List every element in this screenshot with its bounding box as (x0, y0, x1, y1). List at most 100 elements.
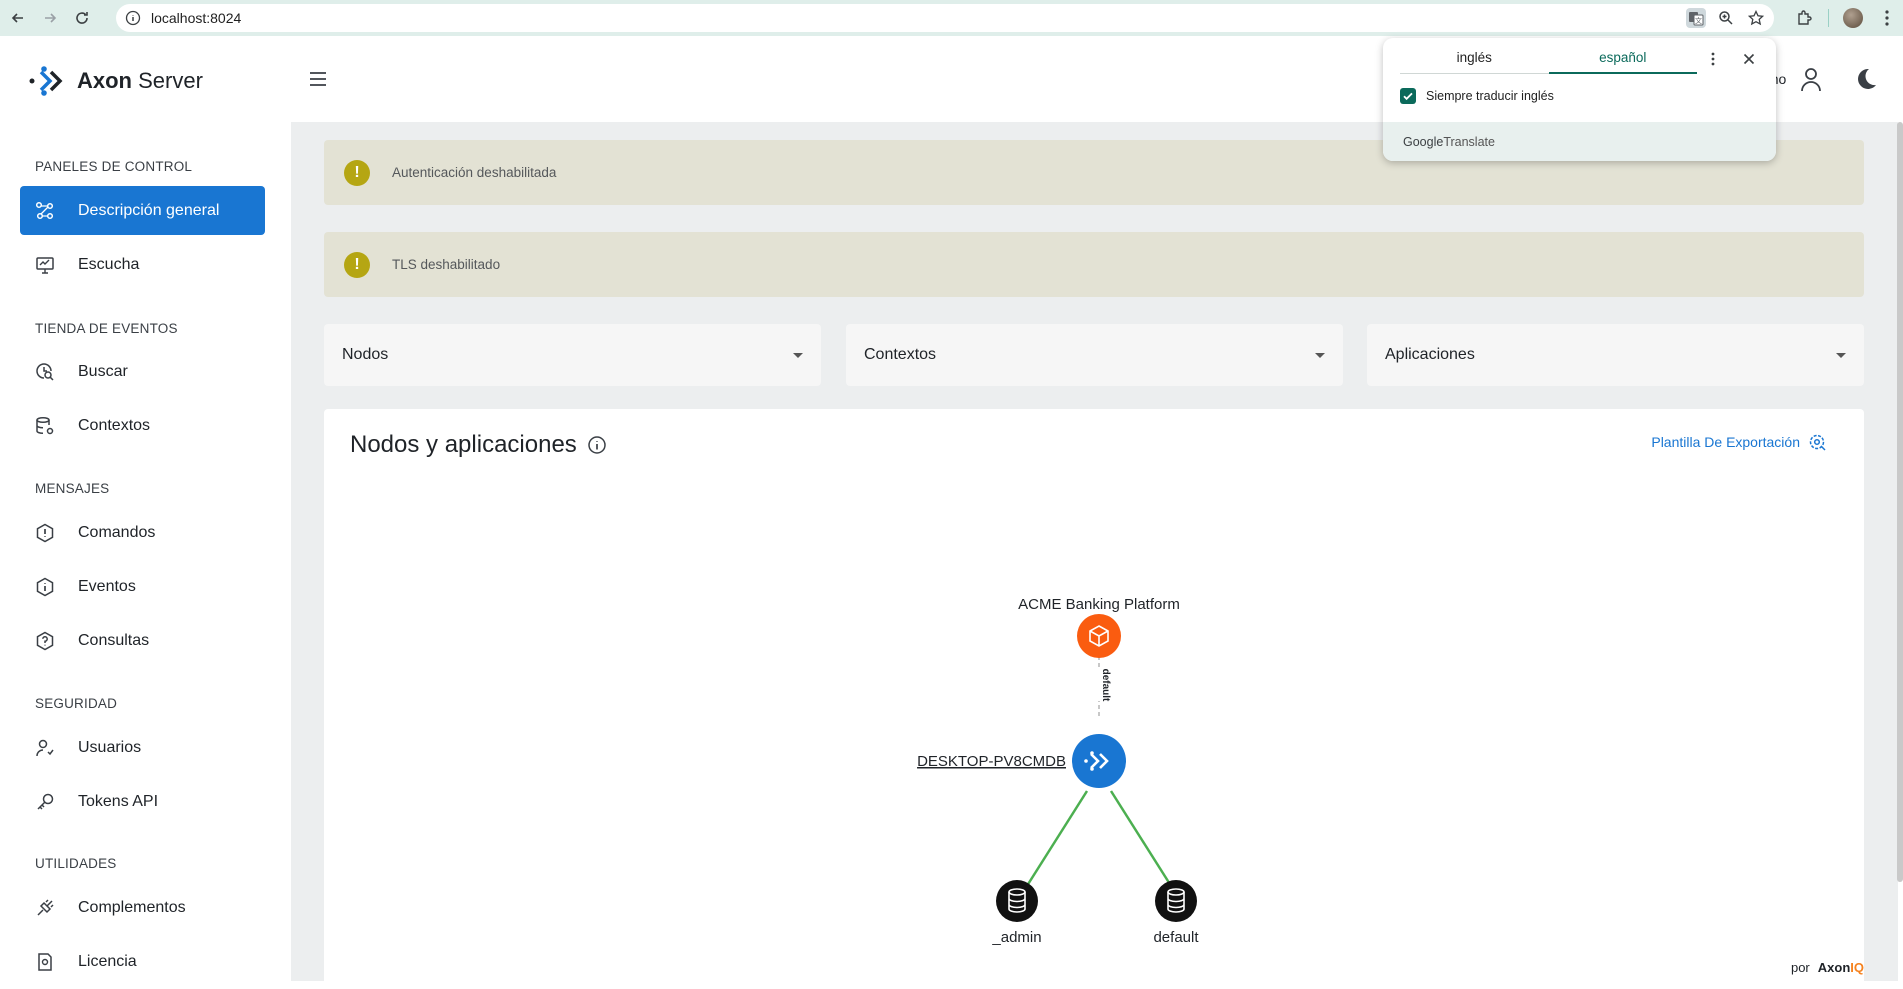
site-info-icon[interactable] (125, 10, 141, 26)
section-title-security: SEGURIDAD (35, 696, 118, 711)
monitor-icon (34, 254, 56, 276)
sidebar-item-users[interactable]: Usuarios (20, 723, 265, 772)
edge-label: default (1100, 669, 1111, 702)
key-icon (34, 791, 56, 813)
check-icon (1403, 92, 1413, 101)
translate-page-icon[interactable]: 文 (1686, 8, 1706, 28)
tab-spanish[interactable]: español (1548, 48, 1697, 74)
always-translate-option[interactable]: Siempre traducir inglés (1400, 88, 1554, 104)
axon-server-logo[interactable]: Axon Server (29, 62, 203, 100)
powered-by-axoniq: por AxonIQ (1791, 960, 1864, 975)
toolbar-divider (1828, 9, 1829, 27)
export-settings-icon (1809, 434, 1826, 451)
sidebar-item-monitor[interactable]: Escucha (20, 240, 265, 289)
event-icon (34, 576, 56, 598)
sidebar-item-label: Licencia (78, 952, 137, 970)
bookmark-star-icon[interactable] (1746, 8, 1766, 28)
users-icon (34, 737, 56, 759)
plugin-icon (34, 897, 56, 919)
zoom-icon[interactable] (1716, 8, 1736, 28)
caret-down-icon (793, 352, 803, 358)
overview-icon (34, 200, 56, 222)
sidebar-item-contexts[interactable]: Contextos (20, 401, 265, 450)
reload-button[interactable] (68, 4, 96, 32)
nodes-select[interactable]: Nodos (324, 324, 821, 386)
alert-tls-disabled: ! TLS deshabilitado (324, 232, 1864, 297)
svg-text:文: 文 (1695, 16, 1702, 25)
always-translate-checkbox[interactable] (1400, 88, 1416, 104)
dark-mode-icon[interactable] (1854, 67, 1878, 91)
export-template-label: Plantilla De Exportación (1651, 434, 1800, 450)
sidebar-item-label: Buscar (78, 362, 128, 380)
select-label: Contextos (864, 346, 937, 363)
axoniq-brand-b: IQ (1850, 960, 1864, 975)
sidebar-item-license[interactable]: Licencia (20, 937, 265, 986)
sidebar-item-label: Comandos (78, 523, 156, 541)
sidebar-item-label: Descripción general (78, 201, 220, 219)
language-tabs: inglés español (1400, 48, 1697, 74)
server-node-label[interactable]: DESKTOP-PV8CMDB (917, 753, 1066, 770)
caret-down-icon (1836, 352, 1846, 358)
url-text: localhost:8024 (151, 10, 242, 26)
section-title-messages: MENSAJES (35, 481, 110, 496)
always-translate-label: Siempre traducir inglés (1426, 89, 1554, 103)
server-node[interactable] (1072, 734, 1126, 788)
translate-popup: inglés español Siempre traducir inglés G… (1383, 38, 1776, 161)
sidebar-item-events[interactable]: Eventos (20, 562, 265, 611)
command-icon (34, 522, 56, 544)
google-translate-footer: Google Translate (1383, 122, 1776, 161)
alert-text: TLS deshabilitado (392, 257, 501, 272)
more-options-icon[interactable] (1703, 49, 1723, 69)
warning-icon: ! (344, 251, 370, 278)
topology-graph: default ACME Banking Platform DESKTOP-PV… (917, 596, 1199, 946)
sidebar-item-label: Tokens API (78, 792, 159, 810)
address-bar[interactable]: localhost:8024 文 (116, 4, 1774, 32)
forward-button[interactable] (36, 4, 64, 32)
section-title-dashboards: PANELES DE CONTROL (35, 159, 193, 174)
translate-text: Translate (1443, 134, 1495, 149)
sidebar-item-label: Escucha (78, 255, 140, 273)
sidebar-item-api-tokens[interactable]: Tokens API (20, 777, 265, 826)
sidebar: PANELES DE CONTROL Descripción general E… (0, 122, 291, 981)
browser-menu-icon[interactable] (1877, 8, 1897, 28)
sidebar-item-search[interactable]: Buscar (20, 347, 265, 396)
sidebar-item-plugins[interactable]: Complementos (20, 883, 265, 932)
back-button[interactable] (4, 4, 32, 32)
search-icon (34, 361, 56, 383)
axoniq-brand: AxonIQ (1818, 960, 1864, 975)
sidebar-item-label: Complementos (78, 898, 186, 916)
applications-select[interactable]: Aplicaciones (1367, 324, 1864, 386)
info-icon[interactable] (587, 435, 607, 455)
section-title-event-store: TIENDA DE EVENTOS (35, 321, 178, 336)
hamburger-menu-icon[interactable] (307, 70, 329, 88)
extensions-icon[interactable] (1794, 8, 1814, 28)
sidebar-item-overview[interactable]: Descripción general (20, 186, 265, 235)
arrow-left-icon (11, 13, 23, 23)
select-label: Aplicaciones (1385, 346, 1475, 363)
license-icon (34, 951, 56, 973)
profile-avatar[interactable] (1843, 8, 1863, 28)
sidebar-item-queries[interactable]: Consultas (20, 616, 265, 665)
sidebar-item-commands[interactable]: Comandos (20, 508, 265, 557)
logo-text-bold: Axon (77, 68, 132, 93)
application-node[interactable] (1077, 614, 1121, 658)
query-icon (34, 630, 56, 652)
axon-logo-icon (29, 66, 63, 96)
application-label: ACME Banking Platform (1018, 596, 1180, 613)
page-scrollbar[interactable] (1897, 122, 1903, 882)
context-node-admin[interactable] (996, 880, 1038, 922)
context-label-default: default (1153, 929, 1199, 946)
user-icon[interactable] (1800, 66, 1822, 92)
select-label: Nodos (342, 346, 389, 363)
export-template-button[interactable]: Plantilla De Exportación (1651, 433, 1826, 451)
tab-english[interactable]: inglés (1400, 48, 1549, 74)
context-node-default[interactable] (1155, 880, 1197, 922)
section-title-utilities: UTILIDADES (35, 856, 117, 871)
powered-by-text: por (1790, 960, 1810, 975)
contexts-select[interactable]: Contextos (846, 324, 1343, 386)
sidebar-item-label: Contextos (78, 416, 151, 434)
close-icon[interactable] (1739, 49, 1759, 69)
card-title: Nodos y aplicaciones (350, 431, 607, 459)
card-title-text: Nodos y aplicaciones (350, 431, 577, 458)
nodes-applications-card: default ACME Banking Platform DESKTOP-PV… (324, 409, 1864, 989)
